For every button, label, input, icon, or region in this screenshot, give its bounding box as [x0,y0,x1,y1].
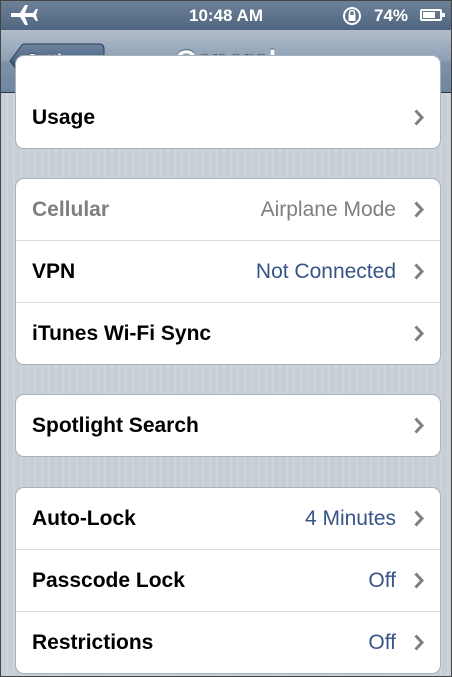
settings-row-auto-lock[interactable]: Auto-Lock 4 Minutes [16,488,440,549]
row-label: Auto-Lock [32,507,136,530]
row-value: Not Connected [255,260,396,283]
battery-percentage: 74% [374,6,409,25]
settings-group-spotlight: Spotlight Search [15,394,441,457]
rotation-lock-icon [343,7,361,25]
chevron-right-icon [414,109,424,126]
chevron-right-icon [414,325,424,342]
settings-row-cellular[interactable]: Cellular Airplane Mode [16,179,440,240]
chevron-right-icon [414,263,424,280]
settings-row-passcode-lock[interactable]: Passcode Lock Off [16,549,440,611]
chevron-right-icon [414,634,424,651]
row-label: Spotlight Search [32,414,199,437]
chevron-right-icon [414,417,424,434]
settings-group-usage: Usage [15,55,441,149]
battery-icon [420,9,445,21]
chevron-right-icon [414,510,424,527]
settings-group-network: Cellular Airplane Mode VPN Not Connected… [15,178,441,365]
chevron-right-icon [414,572,424,589]
battery-fill [423,12,435,18]
settings-row-itunes-wifi-sync[interactable]: iTunes Wi-Fi Sync [16,302,440,364]
row-value: Off [368,631,396,654]
row-label: Usage [32,106,96,129]
row-label: Passcode Lock [32,569,185,592]
row-label: Cellular [32,198,110,221]
row-label: iTunes Wi-Fi Sync [32,322,212,345]
settings-row-usage[interactable]: Usage [16,56,440,148]
status-bar: 10:48 AM 74% [1,1,451,30]
row-value: Airplane Mode [260,198,396,221]
settings-row-restrictions[interactable]: Restrictions Off [16,611,440,673]
row-label: VPN [32,260,76,283]
row-value: 4 Minutes [304,507,396,530]
row-label: Restrictions [32,631,154,654]
row-value: Off [368,569,396,592]
screen: 10:48 AM 74% Se [0,0,452,677]
settings-row-spotlight-search[interactable]: Spotlight Search [16,395,440,456]
settings-row-vpn[interactable]: VPN Not Connected [16,240,440,302]
chevron-right-icon [414,201,424,218]
settings-group-security: Auto-Lock 4 Minutes Passcode Lock Off Re… [15,487,441,674]
